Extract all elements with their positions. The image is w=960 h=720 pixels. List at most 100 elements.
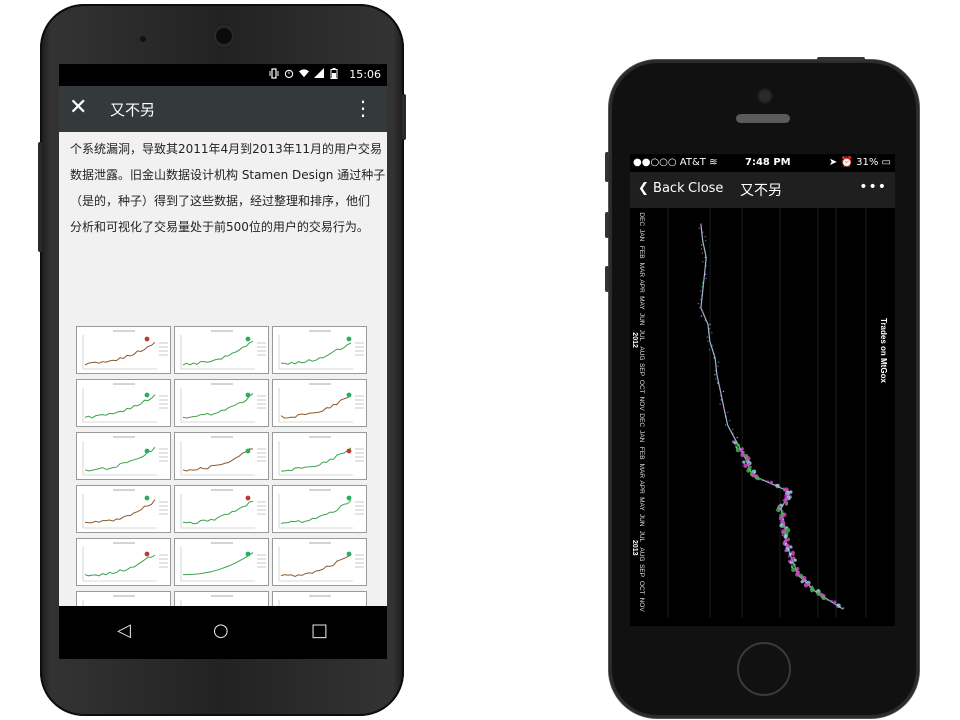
trade-point	[717, 361, 720, 363]
signal-icon	[314, 68, 324, 78]
trade-point	[704, 256, 706, 259]
trade-point	[809, 587, 815, 593]
trade-point	[776, 486, 779, 489]
back-nav-icon[interactable]: ◁	[117, 620, 131, 641]
month-tick-label: FEB	[638, 246, 645, 259]
chart-thumbnail[interactable]	[272, 432, 367, 480]
chart-thumbnail[interactable]	[174, 538, 269, 586]
trade-point	[701, 281, 704, 284]
trade-point	[842, 607, 845, 610]
recent-apps-icon[interactable]: □	[311, 620, 328, 641]
month-tick-label: JUN	[638, 514, 645, 527]
trade-point	[770, 482, 773, 485]
month-tick-label: OCT	[638, 581, 645, 595]
chart-thumbnail[interactable]	[174, 379, 269, 427]
trade-point	[732, 428, 734, 430]
back-button[interactable]: ❮ Back	[638, 181, 685, 196]
month-tick-label: JAN	[638, 430, 645, 443]
trade-point	[697, 302, 699, 305]
trade-point	[711, 344, 713, 347]
front-sensor	[140, 36, 146, 42]
trade-point	[704, 319, 706, 321]
trade-point	[711, 332, 713, 334]
chart-thumbnail[interactable]	[76, 432, 171, 480]
mute-switch	[605, 152, 609, 182]
trade-point	[735, 447, 741, 453]
chart-thumbnail[interactable]	[272, 379, 367, 427]
trade-point	[776, 507, 781, 513]
chart-title: Trades on MtGox	[879, 318, 888, 383]
status-bar: 15:06	[59, 64, 387, 86]
trade-point	[830, 599, 833, 602]
trade-point	[700, 223, 702, 225]
trade-point	[702, 261, 704, 263]
trade-point	[702, 231, 704, 234]
chart-thumbnail[interactable]	[174, 432, 269, 480]
trade-point	[717, 382, 719, 384]
month-tick-label: JAN	[638, 229, 645, 242]
close-icon[interactable]: ✕	[69, 96, 87, 120]
android-screen: 15:06 ✕ 又不另 ⋮ 个系统漏洞，导致其2011年4月到2013年11月的…	[59, 64, 387, 659]
home-button[interactable]	[737, 642, 791, 696]
trade-point	[792, 554, 795, 557]
trade-point	[700, 244, 703, 246]
month-tick-label: NOV	[638, 397, 645, 412]
trade-point	[832, 602, 835, 605]
chart-thumbnail[interactable]	[76, 538, 171, 586]
more-options-icon[interactable]: ⋮	[353, 96, 373, 120]
close-button[interactable]: Close	[688, 181, 723, 196]
android-nav-bar: ◁ ○ □	[59, 606, 387, 659]
status-icons	[269, 68, 339, 79]
trade-point	[699, 307, 701, 309]
article-line: 个系统漏洞，导致其2011年4月到2013年11月的用户交易	[70, 142, 382, 156]
trade-point	[746, 468, 751, 473]
trade-point	[803, 583, 809, 588]
volume-up-button	[605, 212, 609, 238]
trade-point	[766, 480, 769, 483]
chart-thumbnail[interactable]	[174, 326, 269, 374]
trade-point	[790, 562, 793, 565]
trade-point	[704, 235, 706, 238]
trade-point	[822, 596, 826, 601]
trade-point	[747, 462, 751, 467]
trade-point	[736, 443, 740, 447]
month-tick-label: NOV	[638, 598, 645, 613]
trade-point	[713, 353, 715, 355]
more-options-icon[interactable]: •••	[859, 179, 887, 195]
chart-thumbnail[interactable]	[174, 485, 269, 533]
chart-thumbnail[interactable]	[76, 485, 171, 533]
month-tick-label: APR	[638, 480, 645, 494]
wifi-icon	[299, 69, 309, 78]
trade-point	[826, 598, 828, 601]
volume-down-button	[605, 266, 609, 292]
trade-point	[811, 585, 814, 588]
chart-thumbnail[interactable]	[76, 326, 171, 374]
trade-point	[709, 323, 711, 326]
trade-point	[705, 277, 707, 280]
trade-point	[719, 403, 721, 405]
article-text: 个系统漏洞，导致其2011年4月到2013年11月的用户交易 数据泄露。旧金山数…	[70, 136, 386, 240]
month-tick-label: MAR	[638, 263, 645, 278]
chart-thumbnail[interactable]	[76, 379, 171, 427]
alarm-icon: ⏰	[840, 157, 853, 168]
chart-thumbnail[interactable]	[272, 538, 367, 586]
trade-point	[782, 499, 785, 502]
article-content: 个系统漏洞，导致其2011年4月到2013年11月的用户交易 数据泄露。旧金山数…	[59, 132, 387, 659]
home-nav-icon[interactable]: ○	[213, 620, 229, 641]
month-tick-label: FEB	[638, 447, 645, 460]
trade-point	[719, 395, 722, 397]
trade-point	[717, 365, 719, 368]
chart-thumbnail[interactable]	[272, 326, 367, 374]
trade-point	[705, 240, 707, 242]
month-tick-label: MAY	[638, 296, 645, 310]
trade-point	[789, 490, 793, 494]
alarm-icon	[284, 69, 294, 79]
trade-point	[787, 555, 790, 558]
article-line: 数据泄露。旧金山数据设计机构 Stamen Design 通过种子	[70, 168, 386, 182]
trade-point	[700, 290, 702, 292]
trade-point	[704, 269, 706, 271]
trade-point	[788, 493, 791, 496]
trade-point	[788, 550, 791, 553]
trade-point	[789, 545, 793, 549]
chart-thumbnail[interactable]	[272, 485, 367, 533]
